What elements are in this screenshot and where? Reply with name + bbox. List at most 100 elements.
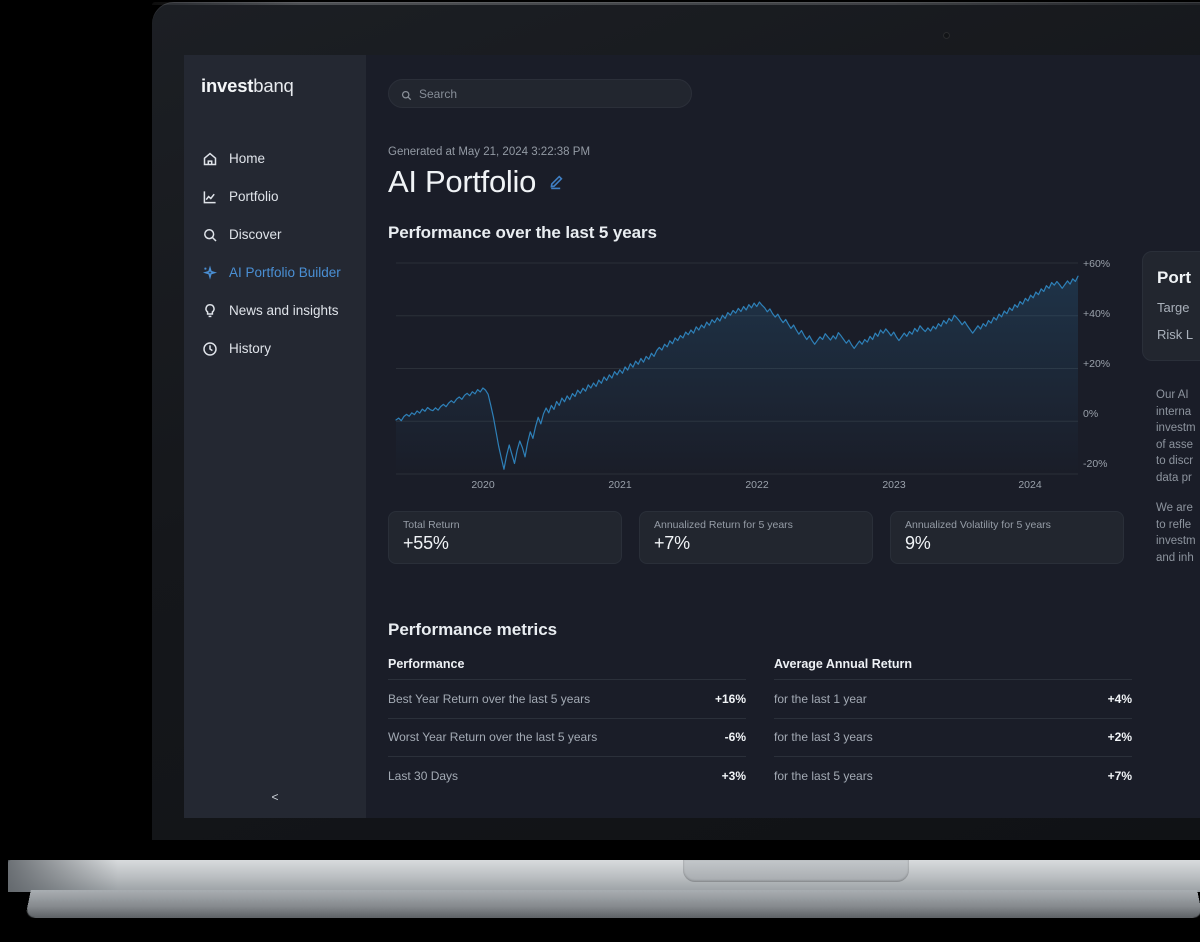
page-content: Generated at May 21, 2024 3:22:38 PM AI … bbox=[366, 146, 1200, 795]
x-axis-tick: 2024 bbox=[1018, 479, 1042, 491]
stat-label: Annualized Return for 5 years bbox=[654, 519, 793, 531]
metric-label: Last 30 Days bbox=[388, 768, 459, 783]
laptop-base-top bbox=[8, 860, 1200, 892]
generated-timestamp: Generated at May 21, 2024 3:22:38 PM bbox=[388, 146, 591, 158]
page-title: AI Portfolio bbox=[388, 164, 537, 199]
table-row: for the last 1 year +4% bbox=[774, 679, 1132, 718]
laptop-base-bottom bbox=[25, 890, 1200, 918]
search-bar-container: Search bbox=[366, 67, 1200, 108]
sidebar-item-label: Discover bbox=[229, 227, 282, 242]
metric-value: +4% bbox=[1107, 691, 1132, 706]
x-axis: 2020 2021 2022 2023 2024 bbox=[388, 479, 1078, 495]
side-panel-risk-level: Risk L bbox=[1157, 327, 1194, 342]
metrics-column-title: Performance bbox=[388, 657, 465, 671]
performance-chart-svg bbox=[395, 262, 1079, 475]
paragraph-line: and inh bbox=[1156, 551, 1194, 564]
app-window: investbanq Home Portfolio Discover AI Po… bbox=[184, 55, 1200, 818]
sidebar-item-home[interactable]: Home bbox=[184, 142, 366, 175]
sidebar-item-label: History bbox=[229, 341, 272, 356]
sidebar: investbanq Home Portfolio Discover AI Po… bbox=[184, 55, 366, 818]
search-icon bbox=[202, 227, 218, 243]
table-row: Best Year Return over the last 5 years +… bbox=[388, 679, 746, 718]
paragraph-line: to discr bbox=[1156, 455, 1194, 467]
sidebar-item-discover[interactable]: Discover bbox=[184, 218, 366, 251]
table-row: for the last 3 years +2% bbox=[774, 717, 1132, 757]
metrics-column-performance: Performance Best Year Return over the la… bbox=[388, 657, 746, 795]
sidebar-item-news-and-insights[interactable]: News and insights bbox=[184, 294, 366, 327]
x-axis-tick: 2020 bbox=[471, 479, 495, 491]
portfolio-side-panel: Port Targe Risk L Our AI interna investm… bbox=[1134, 251, 1200, 681]
paragraph-line: interna bbox=[1156, 405, 1192, 418]
page-title-row: AI Portfolio bbox=[388, 164, 1200, 200]
paragraph-line: Our AI bbox=[1156, 389, 1189, 401]
metric-value: -6% bbox=[724, 730, 746, 745]
metrics-column-title: Average Annual Return bbox=[774, 657, 912, 671]
search-input[interactable]: Search bbox=[388, 79, 692, 108]
side-panel-target: Targe bbox=[1157, 300, 1190, 315]
lightbulb-icon bbox=[202, 303, 218, 319]
performance-section-heading: Performance over the last 5 years bbox=[388, 223, 657, 242]
x-axis-tick: 2023 bbox=[882, 479, 906, 491]
stat-label: Annualized Volatility for 5 years bbox=[905, 519, 1051, 531]
sidebar-item-portfolio[interactable]: Portfolio bbox=[184, 180, 366, 213]
sidebar-item-ai-portfolio-builder[interactable]: AI Portfolio Builder bbox=[184, 256, 366, 289]
clock-icon bbox=[202, 341, 218, 357]
search-icon bbox=[401, 88, 412, 101]
laptop-base bbox=[0, 860, 1200, 920]
chevron-left-icon: < bbox=[271, 790, 279, 804]
main-content: Search Generated at May 21, 2024 3:22:38… bbox=[366, 55, 1200, 818]
metric-value: +16% bbox=[714, 691, 746, 706]
sidebar-item-label: News and insights bbox=[229, 303, 339, 318]
stat-value: +7% bbox=[654, 533, 690, 553]
logo-light: banq bbox=[253, 75, 294, 96]
logo-bold: invest bbox=[201, 75, 254, 96]
paragraph-line: to refle bbox=[1156, 518, 1192, 531]
y-axis-tick: +60% bbox=[1083, 258, 1111, 270]
sidebar-collapse-button[interactable]: < bbox=[184, 790, 366, 804]
stat-card-annualized-return: Annualized Return for 5 years +7% bbox=[639, 511, 873, 564]
paragraph-line: data pr bbox=[1156, 471, 1192, 484]
webcam-icon bbox=[943, 32, 950, 39]
side-panel-description: Our AI interna investm of asse to discr … bbox=[1142, 361, 1200, 566]
table-row: Worst Year Return over the last 5 years … bbox=[388, 717, 746, 757]
sidebar-item-history[interactable]: History bbox=[184, 332, 366, 365]
laptop-screen: investbanq Home Portfolio Discover AI Po… bbox=[184, 55, 1200, 818]
table-row: for the last 5 years +7% bbox=[774, 756, 1132, 795]
y-axis-tick: +40% bbox=[1083, 308, 1111, 320]
performance-chart[interactable]: +60% +40% +20% 0% -20% 2020 2021 2022 20… bbox=[388, 258, 1128, 491]
paragraph-line: We are bbox=[1156, 502, 1193, 514]
x-axis-tick: 2022 bbox=[745, 479, 769, 491]
metric-value: +2% bbox=[1107, 730, 1132, 745]
y-axis-tick: -20% bbox=[1083, 458, 1108, 470]
metrics-column-average-annual-return: Average Annual Return for the last 1 yea… bbox=[774, 657, 1132, 795]
stat-card-total-return: Total Return +55% bbox=[388, 511, 622, 564]
stat-value: +55% bbox=[403, 533, 449, 553]
line-chart-icon bbox=[202, 189, 218, 205]
table-row: Last 30 Days +3% bbox=[388, 756, 746, 795]
laptop-base-notch bbox=[683, 860, 909, 882]
stat-card-annualized-volatility: Annualized Volatility for 5 years 9% bbox=[890, 511, 1124, 564]
metric-label: for the last 3 years bbox=[774, 730, 873, 745]
metric-label: Best Year Return over the last 5 years bbox=[388, 691, 591, 706]
pencil-icon[interactable] bbox=[548, 174, 564, 190]
sidebar-item-label: AI Portfolio Builder bbox=[229, 265, 341, 280]
sidebar-nav: Home Portfolio Discover AI Portfolio Bui… bbox=[184, 142, 366, 365]
metric-label: for the last 1 year bbox=[774, 691, 867, 706]
side-panel-paragraph: We are to refle investm and inh bbox=[1156, 500, 1200, 566]
side-panel-paragraph: Our AI interna investm of asse to discr … bbox=[1156, 387, 1200, 486]
metric-label: for the last 5 years bbox=[774, 768, 873, 783]
portfolio-summary-card: Port Targe Risk L bbox=[1142, 251, 1200, 361]
sidebar-item-label: Portfolio bbox=[229, 189, 279, 204]
stat-label: Total Return bbox=[403, 519, 460, 531]
app-logo[interactable]: investbanq bbox=[184, 55, 366, 97]
sparkle-icon bbox=[202, 265, 218, 281]
side-panel-title: Port bbox=[1157, 268, 1191, 287]
y-axis-tick: 0% bbox=[1083, 408, 1099, 420]
performance-metrics-heading: Performance metrics bbox=[388, 620, 558, 639]
paragraph-line: investm bbox=[1156, 535, 1196, 547]
home-icon bbox=[202, 151, 218, 167]
y-axis-tick: +20% bbox=[1083, 358, 1111, 370]
laptop-base-shadow bbox=[8, 860, 118, 892]
metric-value: +3% bbox=[721, 768, 746, 783]
paragraph-line: investm bbox=[1156, 422, 1196, 434]
